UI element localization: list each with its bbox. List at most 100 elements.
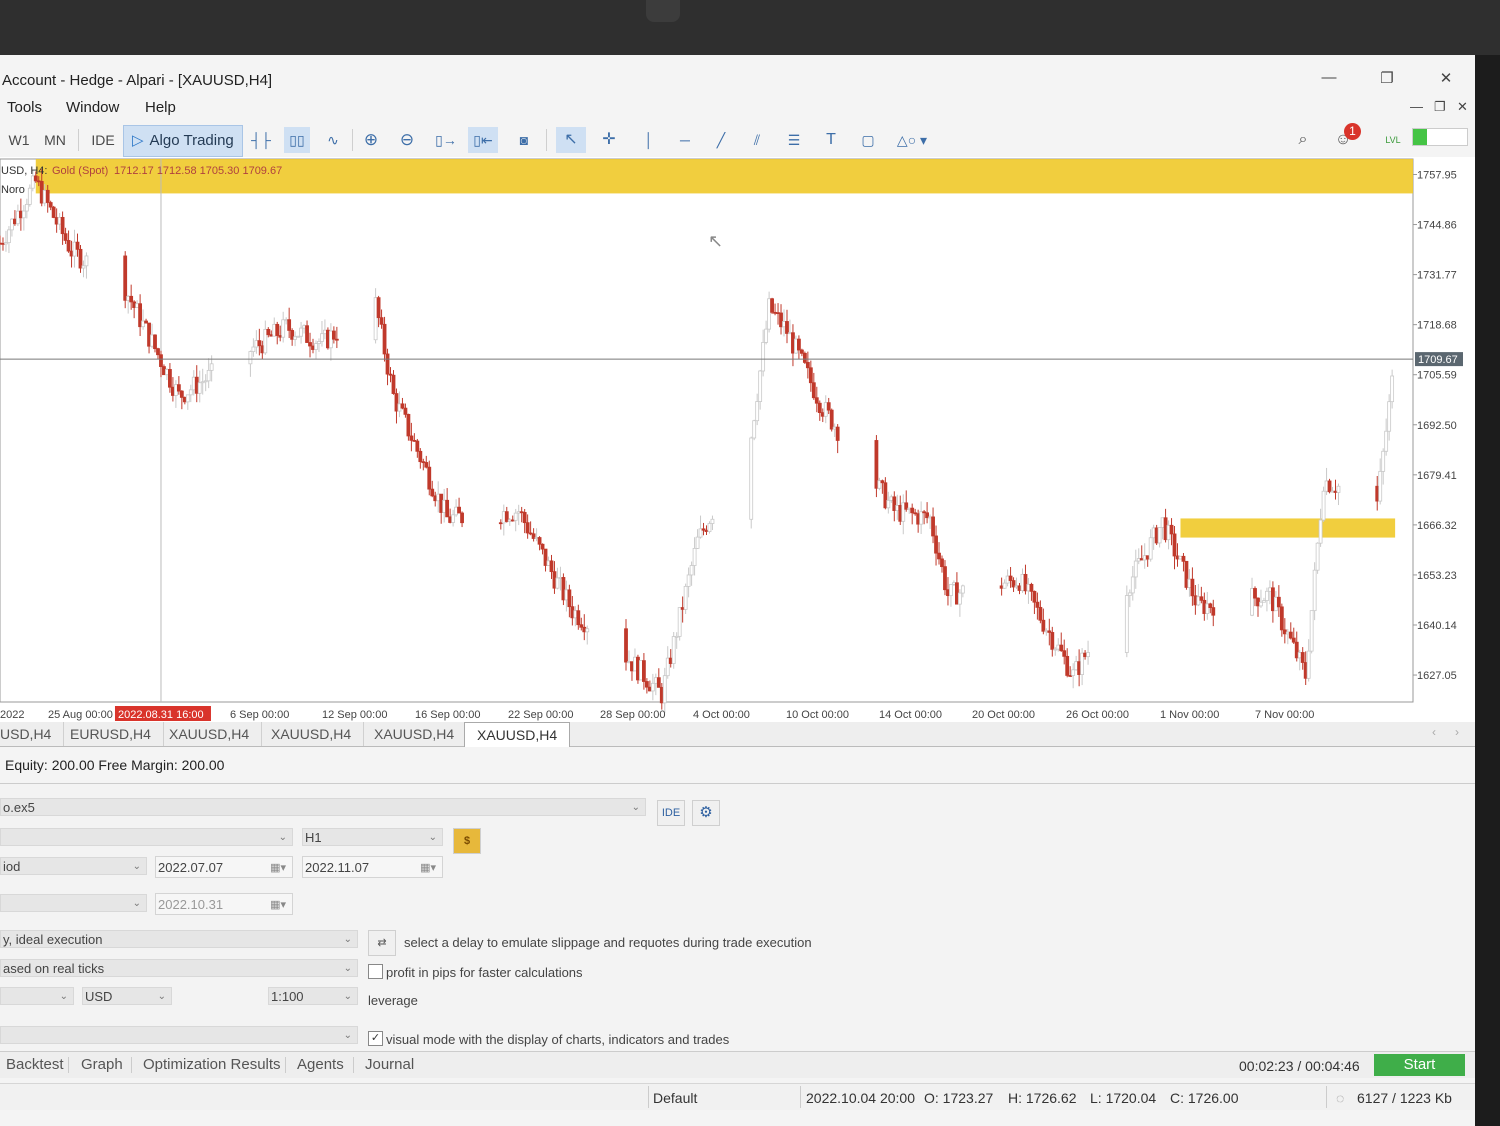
search-icon[interactable]: ⌕ [1290,127,1316,153]
line-chart-icon[interactable]: ∿ [320,127,346,153]
fibonacci-icon[interactable]: ☰ [780,127,808,153]
timeframe-select[interactable]: H1 ⌄ [302,828,443,846]
candle-body [957,592,962,605]
visual-mode-checkbox[interactable]: ✓ [368,1031,383,1046]
candle-body [320,333,324,342]
trendline-icon[interactable]: ╱ [708,127,734,153]
chart-tab[interactable]: XAUUSD,H4 [362,722,468,746]
forward-date-field[interactable]: 2022.10.31 ▦▾ [155,893,293,915]
start-button[interactable]: Start [1374,1054,1465,1076]
candle-body [421,461,426,464]
chart-shift-icon[interactable]: ▯→ [432,127,460,153]
crosshair-icon[interactable]: ✛ [596,127,622,153]
tab-graph[interactable]: Graph [81,1056,123,1073]
monitor-bezel-right [1475,55,1500,1126]
leverage-select[interactable]: 1:100 ⌄ [268,987,358,1005]
candle-body [1139,558,1144,561]
candle-body [630,661,634,672]
tab-scroll-right-icon[interactable]: › [1455,725,1459,739]
candle-body [647,686,652,692]
tab-scroll-left-icon[interactable]: ‹ [1432,725,1436,739]
close-button[interactable]: ✕ [1431,69,1461,87]
tab-backtest[interactable]: Backtest [6,1056,64,1073]
candle-body [48,202,53,208]
candle-body [1268,587,1272,592]
chart-canvas[interactable]: 1757.95 1744.86 1731.77 1718.68 1705.59 1692.… [0,157,1475,722]
chart-tab[interactable]: USD,H4 [0,722,65,746]
chart-tab[interactable]: EURUSD,H4 [58,722,164,746]
date-from-field[interactable]: 2022.07.07 ▦▾ [155,856,293,878]
algo-trading-button[interactable]: ▷ Algo Trading [123,125,243,157]
candle-body [1059,644,1064,652]
zoom-out-icon[interactable]: ⊖ [394,127,420,153]
screenshot-icon[interactable]: ◙ [510,127,538,153]
price-axis-label: 1757.95 [1417,169,1457,181]
forward-select[interactable]: ⌄ [0,894,147,912]
timeframe-w1-button[interactable]: W1 [8,127,30,153]
tab-separator [285,1057,286,1073]
candle-body [1160,517,1165,528]
chevron-down-icon: ⌄ [59,991,68,1002]
candle-body [379,317,384,325]
currency-select[interactable]: USD ⌄ [82,987,172,1005]
chart-tab[interactable]: XAUUSD,H4 [157,722,263,746]
bar-chart-icon[interactable]: ┤├ [248,127,274,153]
candle-body [1077,661,1082,675]
minimize-button[interactable]: — [1314,69,1344,86]
test-timer: 00:02:23 / 00:04:46 [1239,1058,1360,1074]
horizontal-line-icon[interactable]: ─ [672,127,698,153]
candle-body [385,353,390,375]
channel-icon[interactable]: ⫽ [744,127,770,153]
tab-journal[interactable]: Journal [365,1056,414,1073]
pips-checkbox[interactable] [368,964,383,979]
chart-tab-active[interactable]: XAUUSD,H4 [464,722,571,747]
menu-help[interactable]: Help [145,99,176,116]
timeframe-mn-button[interactable]: MN [42,127,68,153]
expert-settings-icon[interactable]: ⚙ [692,800,720,826]
objects-menu-icon[interactable]: △○ ▾ [892,127,932,153]
child-restore-button[interactable]: ❐ [1434,99,1446,115]
menu-tools[interactable]: Tools [7,99,42,116]
restore-button[interactable]: ❐ [1372,69,1402,87]
candlestick-chart-icon[interactable]: ▯▯ [284,127,310,153]
candle-body [1047,630,1052,633]
price-chart[interactable]: 1757.95 1744.86 1731.77 1718.68 1705.59 1692.… [0,157,1475,722]
expert-select[interactable]: o.ex5 ⌄ [0,798,646,816]
menu-window[interactable]: Window [66,99,119,116]
symbol-properties-icon[interactable]: $ [453,828,481,854]
child-minimize-button[interactable]: — [1410,99,1423,114]
tab-agents[interactable]: Agents [297,1056,344,1073]
symbol-select[interactable]: ⌄ [0,828,293,846]
date-to-field[interactable]: 2022.11.07 ▦▾ [302,856,443,878]
candle-body [433,495,438,502]
candle-body [317,341,321,344]
delay-settings-icon[interactable]: ⇄ [368,930,396,956]
vertical-line-icon[interactable]: │ [636,127,662,153]
optimization-select[interactable]: ⌄ [0,1026,358,1044]
candle-body [200,381,205,384]
tab-optimization-results[interactable]: Optimization Results [143,1056,281,1073]
deposit-select[interactable]: ⌄ [0,987,74,1005]
level-icon[interactable]: LVL [1380,127,1406,153]
plot-area [0,158,1414,703]
candle-body [382,323,387,355]
candle-body [555,577,560,589]
candle-body [1184,560,1189,588]
cursor-icon[interactable]: ↖ [556,127,586,153]
period-select[interactable]: iod ⌄ [0,857,147,875]
candle-body [147,322,151,347]
delay-select[interactable]: y, ideal execution ⌄ [0,930,358,948]
autoscroll-icon[interactable]: ▯⇤ [468,127,498,153]
candle-body [1279,606,1284,631]
child-close-button[interactable]: ✕ [1457,99,1468,115]
zoom-in-icon[interactable]: ⊕ [358,127,384,153]
candle-body [525,522,530,534]
shapes-icon[interactable]: ▢ [854,127,882,153]
candle-body [788,332,792,335]
text-tool-icon[interactable]: T [818,127,844,153]
model-select[interactable]: ased on real ticks ⌄ [0,959,358,977]
candle-body [373,297,378,341]
chart-tab[interactable]: XAUUSD,H4 [259,722,365,746]
ide-button[interactable]: IDE [90,127,116,153]
tester-ide-button[interactable]: IDE [657,800,685,826]
